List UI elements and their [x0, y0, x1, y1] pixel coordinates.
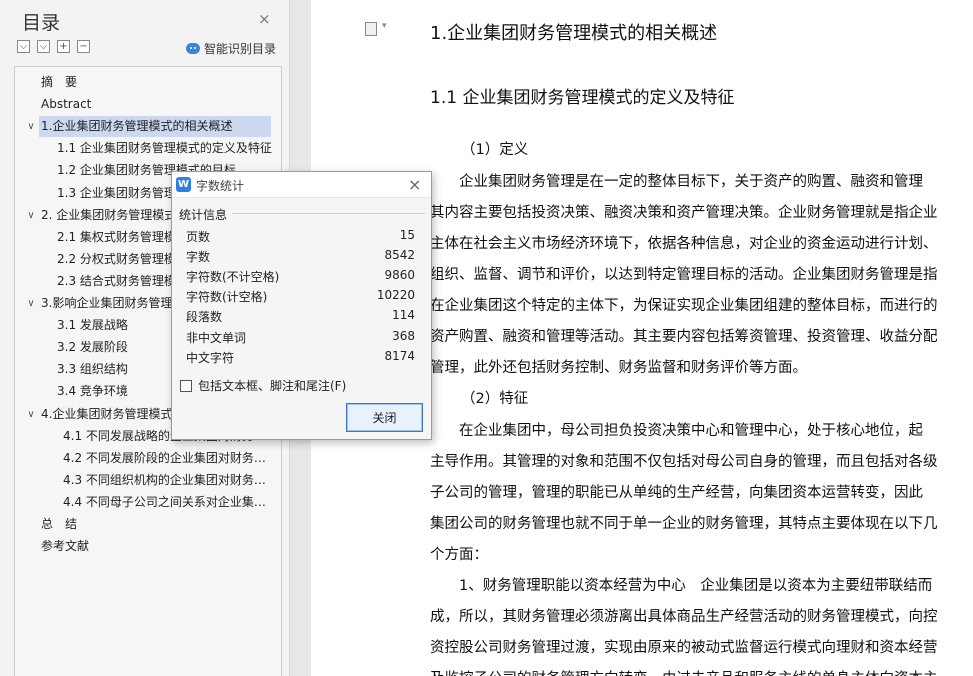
checkbox-label: 包括文本框、脚注和尾注(F) [198, 379, 347, 393]
document-line: 成，所以，其财务管理必须游离出具体商品生产经营活动的财务管理模式，向控 [430, 609, 938, 625]
promote-level-button[interactable]: + [57, 40, 70, 53]
document-line: 集团公司的财务管理也就不同于单一企业的财务管理，其特点主要体现在以下几 [430, 516, 938, 532]
toc-item[interactable]: 总 结 [41, 514, 275, 535]
document-line: （2）特征 [461, 391, 529, 407]
document-line: 资产购置、融资和管理等活动。其主要内容包括筹资管理、投资管理、收益分配 [430, 329, 938, 345]
toc-expand-caret-icon[interactable]: ∨ [25, 116, 37, 137]
heading-2: 1.1 企业集团财务管理模式的定义及特征 [430, 88, 735, 108]
expand-all-button[interactable]: ⌵ [37, 40, 50, 53]
stat-value: 368 [392, 328, 415, 343]
word-count-dialog: W 字数统计 × 统计信息 页数 15 字数 8542 字符数(不计空格) 9860 字符数… [171, 171, 432, 440]
include-textbox-checkbox[interactable]: 包括文本框、脚注和尾注(F) [180, 377, 346, 394]
stat-label: 页数 [186, 230, 211, 244]
toc-item[interactable]: 参考文献 [41, 536, 275, 557]
collapse-all-button[interactable]: ⌵ [17, 40, 30, 53]
stat-label: 字符数(不计空格) [186, 270, 280, 285]
document-line: 资控股公司财务管理过渡，实现由原来的被动式监督运行模式向理财和资本经营 [430, 640, 938, 656]
document-line: 企业集团财务管理是在一定的整体目标下，关于资产的购置、融资和管理 [430, 174, 923, 190]
document-line: 管理，此外还包括财务控制、财务监督和财务评价等方面。 [430, 360, 807, 376]
smart-toc-label: 智能识别目录 [204, 42, 277, 56]
toc-item[interactable]: 4.4 不同母子公司之间关系对企业集团财务管理模式的选择 [63, 492, 275, 513]
section-divider [232, 213, 425, 214]
stat-label: 中文字符 [186, 350, 235, 365]
stats-section-label: 统计信息 [179, 208, 228, 222]
stat-value: 8174 [384, 348, 415, 363]
toc-item[interactable]: 4.2 不同发展阶段的企业集团对财务管理模式的选择 [63, 448, 275, 469]
toc-item[interactable]: 摘 要 [41, 72, 275, 93]
toc-item[interactable]: 1.1 企业集团财务管理模式的定义及特征 [57, 138, 275, 159]
document-line: 主体在社会主义市场经济环境下，依据各种信息，对企业的资金运动进行计划、 [430, 236, 938, 252]
toc-title: 目录 [22, 12, 61, 34]
document-line: 其内容主要包括投资决策、融资决策和资产管理决策。企业财务管理就是指企业 [430, 205, 938, 221]
toc-expand-caret-icon[interactable]: ∨ [25, 404, 37, 425]
dialog-title: 字数统计 [196, 179, 245, 193]
document-line: （1）定义 [461, 142, 529, 158]
document-line: 及监控子公司的财务管理方向转变，由过去产品和服务主线的单身主体向资本主 [430, 667, 938, 676]
stat-value: 114 [392, 308, 415, 323]
page-icon[interactable] [365, 21, 387, 36]
document-line: 子公司的管理，管理的职能已从单纯的生产经营，向集团资本运营转变，因此 [430, 485, 923, 501]
wps-logo-icon: W [176, 177, 191, 192]
document-line: 个方面： [430, 547, 488, 563]
demote-level-button[interactable]: − [77, 40, 90, 53]
toc-close-icon[interactable]: × [258, 10, 271, 28]
stat-label: 非中文单词 [186, 330, 247, 345]
toc-item[interactable]: 4.3 不同组织机构的企业集团对财务管理模式的选择 [63, 470, 275, 491]
stat-label: 字数 [186, 250, 211, 265]
checkbox-box[interactable] [180, 379, 192, 392]
stat-value: 15 [399, 228, 415, 242]
toc-toolbar: ⌵ ⌵ + − [17, 40, 90, 53]
heading-1: 1.企业集团财务管理模式的相关概述 [430, 23, 718, 44]
toc-item[interactable]: 1.企业集团财务管理模式的相关概述 [39, 116, 271, 138]
stat-label: 段落数 [186, 310, 223, 325]
stat-value: 8542 [384, 248, 415, 263]
close-button[interactable]: 关闭 [346, 403, 423, 432]
toc-item[interactable]: Abstract [41, 94, 275, 115]
toc-expand-caret-icon[interactable]: ∨ [25, 205, 37, 226]
document-line: 组织、监督、调节和评价，以达到特定管理目标的活动。企业集团财务管理是指 [430, 267, 938, 283]
document-line: 在企业集团中，母公司担负投资决策中心和管理中心，处于核心地位，起 [430, 423, 923, 439]
stat-value: 10220 [376, 288, 415, 303]
stat-label: 字符数(计空格) [186, 290, 268, 305]
dialog-titlebar: W 字数统计 × [172, 172, 431, 198]
toc-expand-caret-icon[interactable]: ∨ [25, 293, 37, 314]
document-line: 主导作用。其管理的对象和范围不仅包括对母公司自身的管理，而且包括对各级 [430, 454, 938, 470]
document-line: 1、财务管理职能以资本经营为中心 企业集团是以资本为主要纽带联结而 [430, 578, 933, 594]
document-line: 在企业集团这个特定的主体下，为保证实现企业集团组建的整体目标，而进行的 [430, 298, 938, 314]
smart-recognize-icon [186, 43, 200, 54]
stat-value: 9860 [384, 268, 415, 283]
smart-toc-button[interactable]: 智能识别目录 [186, 40, 276, 57]
dialog-close-icon[interactable]: × [408, 175, 421, 194]
